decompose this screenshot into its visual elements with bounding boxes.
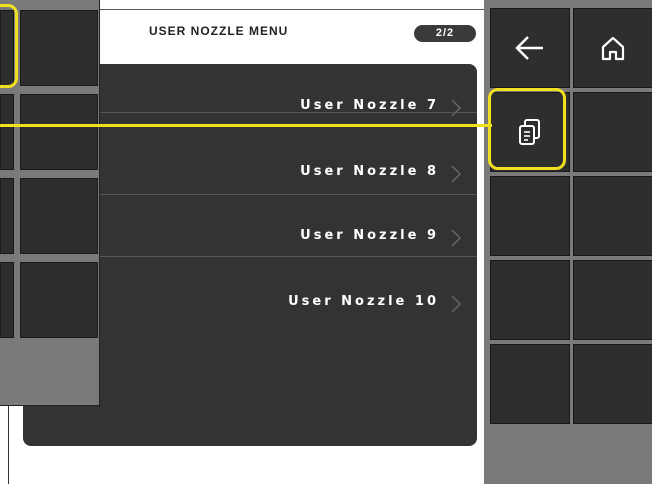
menu-item-label: User Nozzle 9 xyxy=(300,228,439,243)
page-title: USER NOZZLE MENU xyxy=(149,24,289,38)
grid-button[interactable] xyxy=(20,262,98,338)
sidebar-button-empty[interactable] xyxy=(573,344,652,424)
back-button[interactable] xyxy=(490,8,570,88)
menu-item-label: User Nozzle 7 xyxy=(300,98,439,113)
highlight-ring xyxy=(0,4,18,88)
grid-button[interactable] xyxy=(20,178,98,254)
page-indicator-badge: 2/2 xyxy=(414,25,476,42)
right-sidebar xyxy=(484,0,652,484)
sidebar-button-empty[interactable] xyxy=(573,260,652,340)
menu-item-label: User Nozzle 10 xyxy=(288,294,439,309)
highlight-ring xyxy=(488,88,566,170)
grid-button[interactable] xyxy=(20,94,98,170)
sidebar-button-empty[interactable] xyxy=(573,92,652,172)
grid-button[interactable] xyxy=(20,10,98,86)
arrow-left-icon xyxy=(515,36,543,60)
sidebar-button-empty[interactable] xyxy=(490,344,570,424)
grid-button[interactable] xyxy=(0,178,14,254)
chevron-right-icon xyxy=(451,229,462,247)
home-button[interactable] xyxy=(573,8,652,88)
chevron-right-icon xyxy=(451,99,462,117)
chevron-right-icon xyxy=(451,165,462,183)
home-icon xyxy=(601,36,625,61)
chevron-right-icon xyxy=(451,295,462,313)
sidebar-button-empty[interactable] xyxy=(490,176,570,256)
grid-button[interactable] xyxy=(0,94,14,170)
callout-line xyxy=(0,124,492,127)
sidebar-button-empty[interactable] xyxy=(573,176,652,256)
menu-item-label: User Nozzle 8 xyxy=(300,164,439,179)
sidebar-button-empty[interactable] xyxy=(490,260,570,340)
grid-button[interactable] xyxy=(0,262,14,338)
